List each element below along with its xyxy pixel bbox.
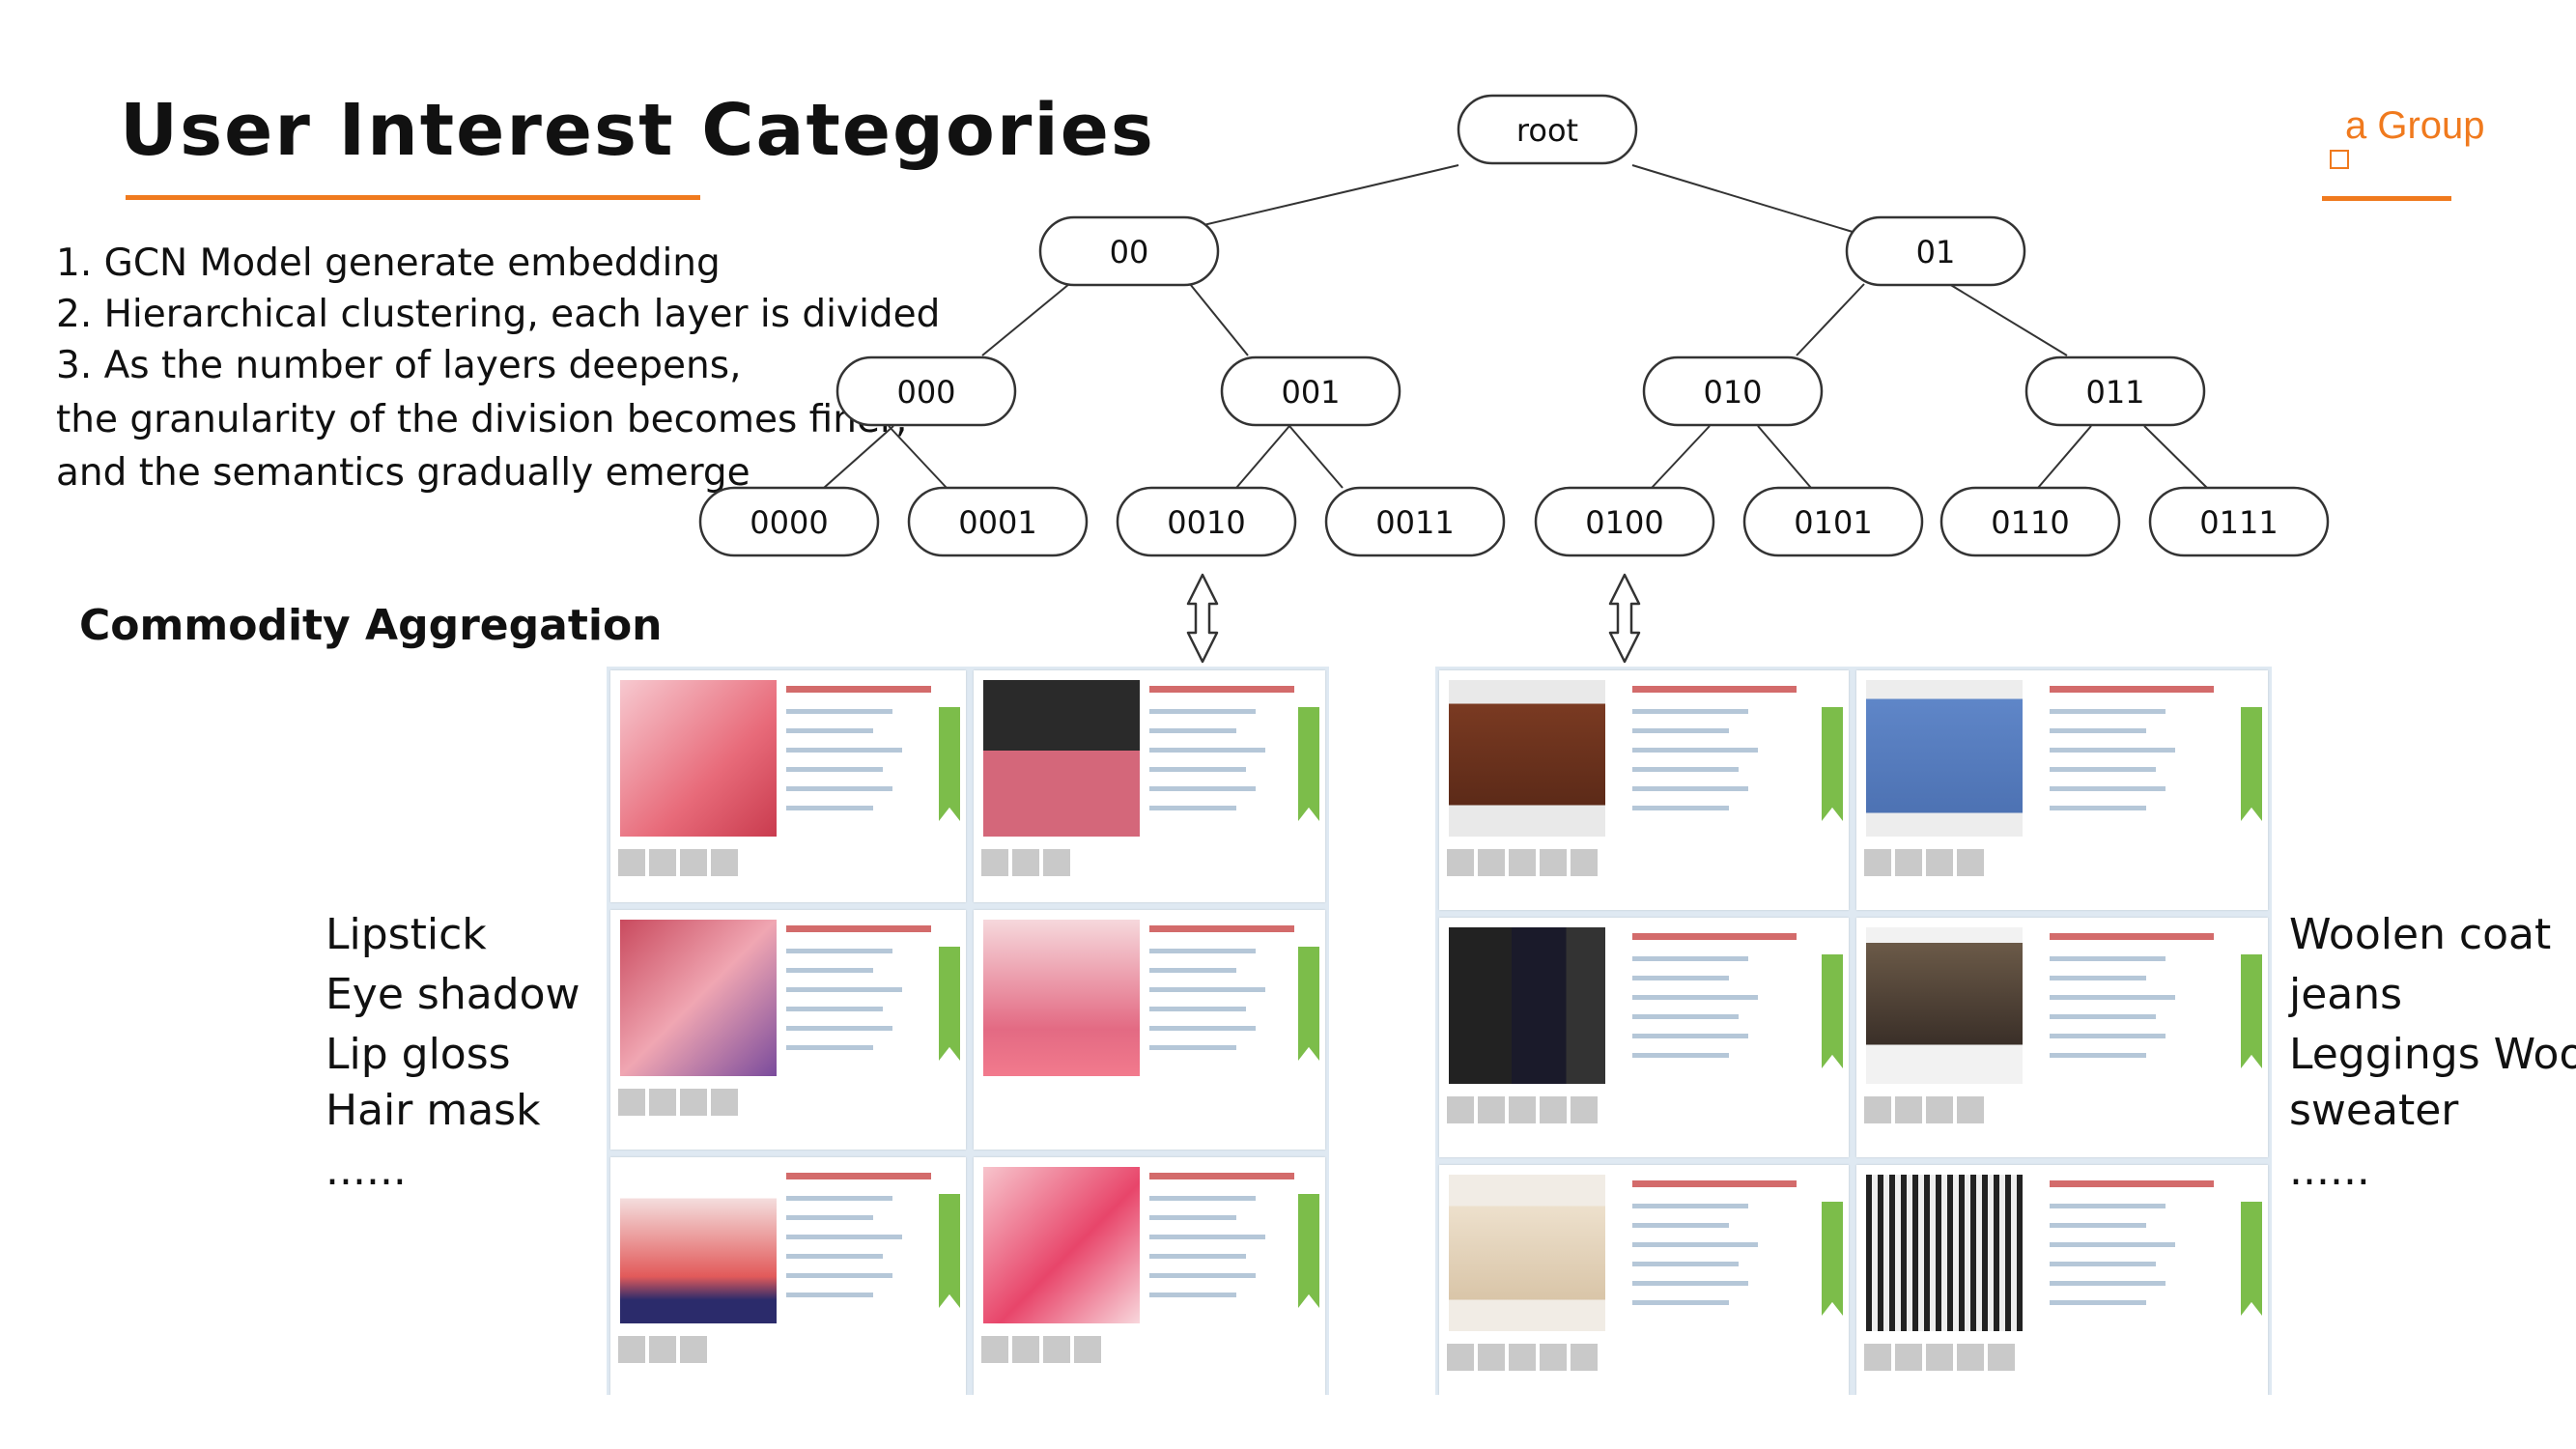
right-category-4: sweater xyxy=(2289,1086,2459,1135)
lip-gloss-set-icon xyxy=(983,920,1140,1076)
product-card[interactable] xyxy=(1856,670,2268,910)
left-category-1: Lipstick xyxy=(326,910,487,959)
product-card[interactable] xyxy=(974,1157,1325,1395)
edge-01-010 xyxy=(1796,283,1865,356)
striped-pants-icon xyxy=(1866,1175,2023,1331)
tree-node-0011-label: 0011 xyxy=(1375,504,1454,541)
tree-node-0100-label: 0100 xyxy=(1585,504,1663,541)
product-card[interactable] xyxy=(1856,1165,2268,1395)
lipstick-product-icon xyxy=(620,680,777,837)
lip-tint-icon xyxy=(983,1167,1140,1323)
right-category-3: Leggings Wool xyxy=(2289,1030,2576,1079)
tree-node-root-label: root xyxy=(1516,112,1578,149)
blue-coat-icon xyxy=(1866,680,2023,837)
cream-sweater-icon xyxy=(1449,1175,1605,1331)
brown-coat-icon xyxy=(1449,680,1605,837)
tree-node-0000-label: 0000 xyxy=(750,504,828,541)
blush-palette-icon xyxy=(983,680,1140,837)
tree-node-01-label: 01 xyxy=(1916,234,1956,270)
hair-mask-icon xyxy=(620,1167,777,1323)
tree-node-0111-label: 0111 xyxy=(2199,504,2278,541)
commodity-aggregation-heading: Commodity Aggregation xyxy=(79,601,663,650)
right-category-1: Woolen coat xyxy=(2289,910,2552,959)
edge-000-0001 xyxy=(888,425,948,489)
black-jeans-icon xyxy=(1449,927,1605,1084)
tree-node-0101-label: 0101 xyxy=(1794,504,1872,541)
edge-001-0011 xyxy=(1288,425,1344,489)
edge-001-0010 xyxy=(1235,425,1290,489)
product-card[interactable] xyxy=(610,910,966,1150)
cosmetics-product-panel xyxy=(607,667,1329,1395)
tree-node-001-label: 001 xyxy=(1281,374,1340,411)
edge-00-001 xyxy=(1189,283,1249,356)
hierarchy-tree: root 00 01 000 001 010 011 0000 0001 001… xyxy=(698,94,2330,664)
edge-00-000 xyxy=(981,283,1070,356)
tree-node-0110-label: 0110 xyxy=(1991,504,2069,541)
edge-010-0100 xyxy=(1651,425,1711,489)
edge-root-01 xyxy=(1631,164,1854,233)
eyeshadow-palette-icon xyxy=(620,920,777,1076)
product-card[interactable] xyxy=(610,670,966,902)
tree-node-011-label: 011 xyxy=(2085,374,2144,411)
left-category-3: Lip gloss xyxy=(326,1030,511,1079)
leggings-icon xyxy=(1866,927,2023,1084)
tree-node-000-label: 000 xyxy=(896,374,955,411)
right-category-2: jeans xyxy=(2289,970,2403,1019)
edge-010-0101 xyxy=(1757,425,1812,489)
left-category-2: Eye shadow xyxy=(326,970,580,1019)
right-category-more: ...... xyxy=(2289,1146,2370,1195)
double-arrow-icon-left xyxy=(1186,573,1219,664)
tree-node-010-label: 010 xyxy=(1703,374,1762,411)
double-arrow-icon-right xyxy=(1608,573,1641,664)
edge-011-0110 xyxy=(2037,425,2092,489)
tree-node-0010-label: 0010 xyxy=(1167,504,1245,541)
product-card[interactable] xyxy=(974,670,1325,902)
clothing-product-panel xyxy=(1435,667,2272,1395)
product-card[interactable] xyxy=(1439,918,1849,1157)
left-category-4: Hair mask xyxy=(326,1086,541,1135)
edge-011-0111 xyxy=(2143,425,2208,489)
tree-node-00-label: 00 xyxy=(1110,234,1149,270)
product-card[interactable] xyxy=(1856,918,2268,1157)
product-card[interactable] xyxy=(974,910,1325,1150)
left-category-more: ...... xyxy=(326,1146,407,1195)
product-card[interactable] xyxy=(610,1157,966,1395)
edge-000-0000 xyxy=(823,425,894,489)
product-card[interactable] xyxy=(1439,1165,1849,1395)
tree-node-0001-label: 0001 xyxy=(958,504,1036,541)
product-card[interactable] xyxy=(1439,670,1849,910)
edge-01-011 xyxy=(1948,283,2068,356)
